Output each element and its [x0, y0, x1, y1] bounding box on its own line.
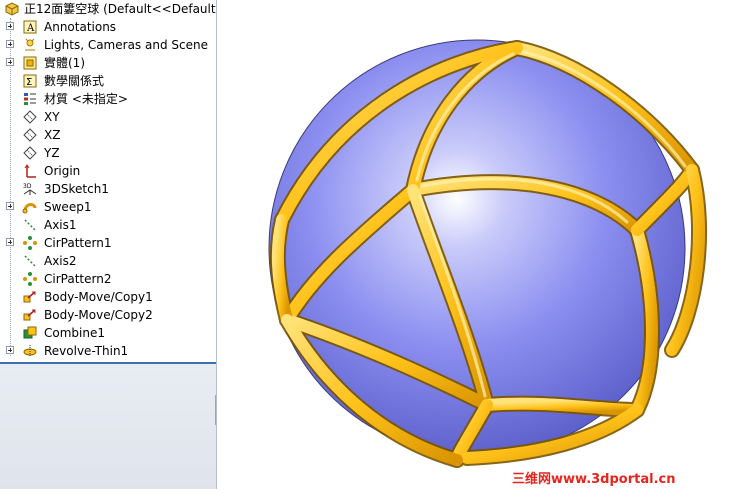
tree-item-xz[interactable]: XZ: [0, 126, 216, 144]
tree-item-lights-cameras-and-scene[interactable]: Lights, Cameras and Scene: [0, 36, 216, 54]
tree-item-label: CirPattern1: [44, 236, 112, 250]
sketch3d-icon: 3D: [22, 181, 38, 197]
circular-pattern-icon: [22, 235, 38, 251]
tree-item-label: XZ: [44, 128, 61, 142]
tree-item-body-move-copy2[interactable]: Body-Move/Copy2: [0, 306, 216, 324]
tree-item-label: 材質 <未指定>: [44, 92, 128, 106]
revolve-icon: [22, 343, 38, 359]
tree-item-yz[interactable]: YZ: [0, 144, 216, 162]
tree-empty-area: [0, 362, 216, 489]
move-copy-icon: [22, 289, 38, 305]
tree-item-label: Body-Move/Copy2: [44, 308, 153, 322]
tree-item-xy[interactable]: XY: [0, 108, 216, 126]
tree-root-part[interactable]: 正12面簍空球 (Default<<Default>: [0, 0, 216, 18]
tree-item-label: YZ: [44, 146, 60, 160]
annotations-icon: A: [22, 19, 38, 35]
tree-item-label: 3DSketch1: [44, 182, 109, 196]
sweep-icon: [22, 199, 38, 215]
tree-item-label: Annotations: [44, 20, 117, 34]
tree-item-axis1[interactable]: Axis1: [0, 216, 216, 234]
combine-icon: [22, 325, 38, 341]
plane-icon: [22, 145, 38, 161]
tree-item-label: Lights, Cameras and Scene: [44, 38, 208, 52]
part-icon: [4, 1, 20, 17]
expand-toggle-icon[interactable]: [6, 202, 14, 210]
tree-item-label: Sweep1: [44, 200, 92, 214]
tree-item-label: Origin: [44, 164, 81, 178]
expand-toggle-icon[interactable]: [6, 22, 14, 30]
tree-item-3dsketch1[interactable]: 3D 3DSketch1: [0, 180, 216, 198]
tree-item-1[interactable]: 實體(1): [0, 54, 216, 72]
tree-item-label: Combine1: [44, 326, 105, 340]
tree-item-label: XY: [44, 110, 60, 124]
tree-item-label: 數學關係式: [44, 74, 105, 88]
origin-icon: [22, 163, 38, 179]
tree-item-label: Body-Move/Copy1: [44, 290, 153, 304]
tree-item-cirpattern1[interactable]: CirPattern1: [0, 234, 216, 252]
tree-item-revolve-thin1[interactable]: Revolve-Thin1: [0, 342, 216, 360]
expand-toggle-icon[interactable]: [6, 346, 14, 354]
tree-item-origin[interactable]: Origin: [0, 162, 216, 180]
hollow-sphere-model[interactable]: [217, 0, 732, 489]
tree-item-label: 實體(1): [44, 56, 85, 70]
expand-toggle-icon[interactable]: [6, 58, 14, 66]
site-watermark: 三维网www.3dportal.cn: [512, 472, 676, 487]
move-copy-icon: [22, 307, 38, 323]
tree-item-combine1[interactable]: Combine1: [0, 324, 216, 342]
tree-item-label: CirPattern2: [44, 272, 112, 286]
expand-toggle-icon[interactable]: [6, 40, 14, 48]
solid-bodies-icon: [22, 55, 38, 71]
tree-item-body-move-copy1[interactable]: Body-Move/Copy1: [0, 288, 216, 306]
tree-item-sweep1[interactable]: Sweep1: [0, 198, 216, 216]
tree-item-label: Axis1: [44, 218, 77, 232]
tree-item-item-4[interactable]: 材質 <未指定>: [0, 90, 216, 108]
equations-icon: Σ: [22, 73, 38, 89]
tree-item-axis2[interactable]: Axis2: [0, 252, 216, 270]
graphics-viewport[interactable]: [217, 0, 732, 489]
svg-text:Σ: Σ: [26, 77, 32, 88]
tree-item-cirpattern2[interactable]: CirPattern2: [0, 270, 216, 288]
material-icon: [22, 91, 38, 107]
tree-item-annotations[interactable]: A Annotations: [0, 18, 216, 36]
axis-icon: [22, 253, 38, 269]
axis-icon: [22, 217, 38, 233]
tree-item-label: Axis2: [44, 254, 77, 268]
lights-icon: [22, 37, 38, 53]
svg-text:A: A: [26, 23, 35, 34]
tree-item-label: Revolve-Thin1: [44, 344, 129, 358]
feature-manager-tree: 正12面簍空球 (Default<<Default> A Annotations L…: [0, 0, 217, 489]
svg-text:3D: 3D: [23, 183, 32, 190]
tree-root-label: 正12面簍空球 (Default<<Default>: [24, 2, 217, 16]
tree-item-item-3[interactable]: Σ 數學關係式: [0, 72, 216, 90]
circular-pattern-icon: [22, 271, 38, 287]
plane-icon: [22, 127, 38, 143]
expand-toggle-icon[interactable]: [6, 238, 14, 246]
plane-icon: [22, 109, 38, 125]
